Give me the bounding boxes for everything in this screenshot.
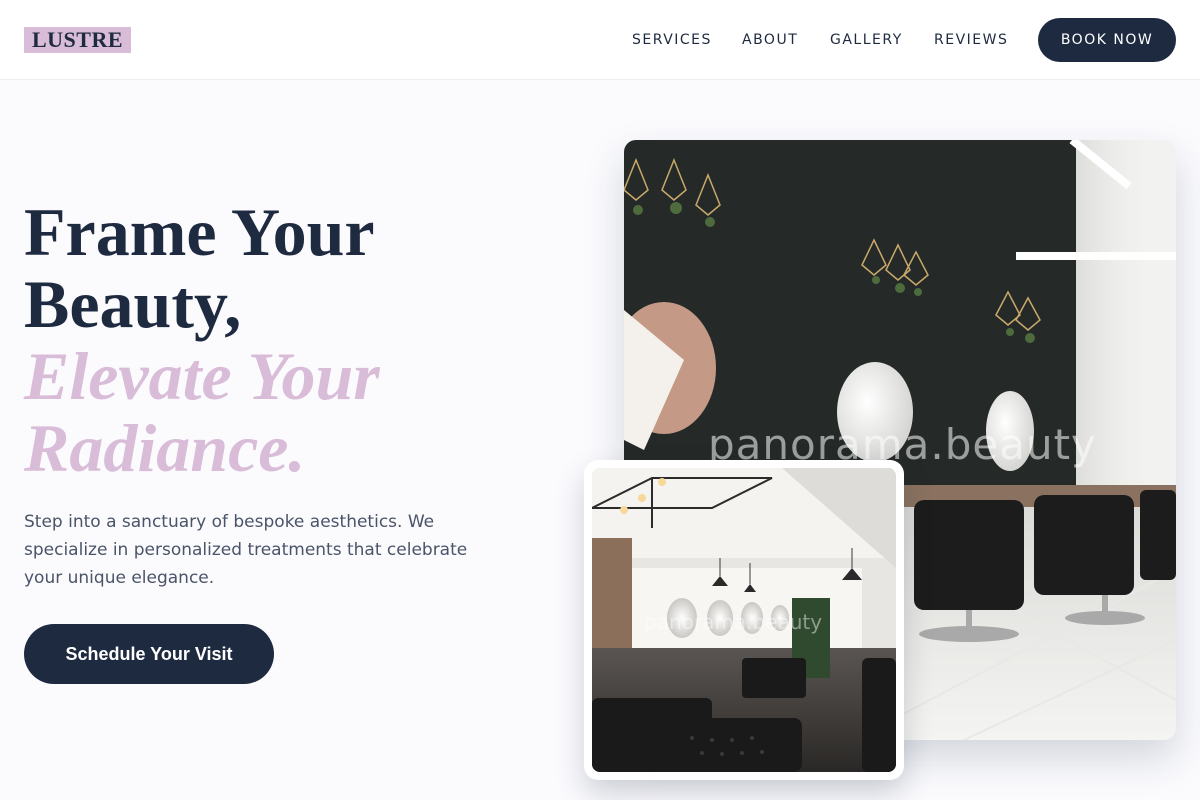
- salon-lounge-photo-card: panorama.beauty: [584, 460, 904, 780]
- hero-description: Step into a sanctuary of bespoke aesthet…: [24, 512, 468, 588]
- salon-lounge-photo: panorama.beauty: [592, 468, 896, 772]
- nav-services-link[interactable]: SERVICES: [632, 30, 712, 50]
- nav-about-link[interactable]: ABOUT: [742, 30, 798, 50]
- book-now-button[interactable]: BOOK NOW: [1038, 18, 1176, 62]
- inset-photo-watermark: panorama.beauty: [644, 610, 823, 634]
- headline-line-1: Frame Your: [24, 194, 375, 270]
- site-header: LUSTRE SERVICES ABOUT GALLERY REVIEWS BO…: [0, 0, 1200, 80]
- nav-gallery-link[interactable]: GALLERY: [830, 30, 903, 50]
- hero-headline: Frame Your Beauty, Elevate Your Radiance…: [24, 196, 380, 484]
- schedule-visit-button[interactable]: Schedule Your Visit: [24, 624, 274, 684]
- headline-line-2: Beauty,: [24, 266, 242, 342]
- headline-accent-line-2: Radiance.: [24, 410, 306, 486]
- nav-reviews-link[interactable]: REVIEWS: [934, 30, 1008, 50]
- headline-accent-line-1: Elevate Your: [24, 338, 380, 414]
- brand-logo[interactable]: LUSTRE: [24, 27, 132, 53]
